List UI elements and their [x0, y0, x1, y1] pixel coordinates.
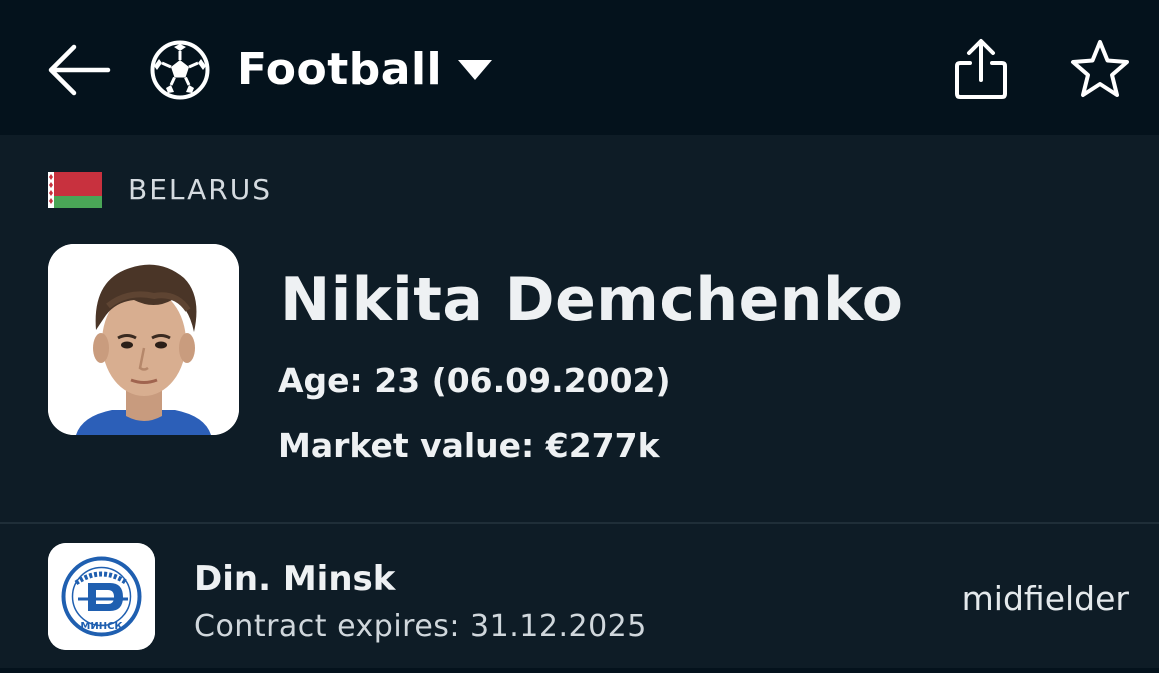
club-name[interactable]: Din. Minsk [194, 556, 395, 602]
player-country[interactable]: BELARUS [128, 170, 272, 210]
favorite-button[interactable] [1068, 38, 1132, 100]
player-photo [48, 244, 239, 435]
player-market-value: Market value: €277k [278, 426, 660, 465]
contract-expiry: Contract expires: 31.12.2025 [194, 609, 647, 644]
club-logo-text: МИНСК [80, 621, 123, 632]
back-button[interactable] [44, 40, 114, 100]
sport-dropdown-toggle[interactable] [456, 58, 494, 82]
share-button[interactable] [950, 36, 1012, 102]
arrow-left-icon [48, 44, 111, 96]
sport-selector-label[interactable]: Football [237, 40, 442, 100]
star-outline-icon [1071, 40, 1129, 97]
caret-down-icon [458, 60, 492, 80]
section-divider [0, 522, 1159, 524]
top-navigation-bar: Football [0, 0, 1159, 135]
player-name: Nikita Demchenko [280, 265, 904, 335]
soccer-ball-icon[interactable] [149, 39, 211, 101]
player-age: Age: 23 (06.09.2002) [278, 361, 671, 400]
share-icon [955, 39, 1007, 99]
bottom-edge [0, 668, 1159, 673]
club-logo[interactable]: МИНСК [48, 543, 155, 650]
belarus-flag-icon [48, 172, 102, 208]
player-position: midfielder [961, 579, 1129, 618]
